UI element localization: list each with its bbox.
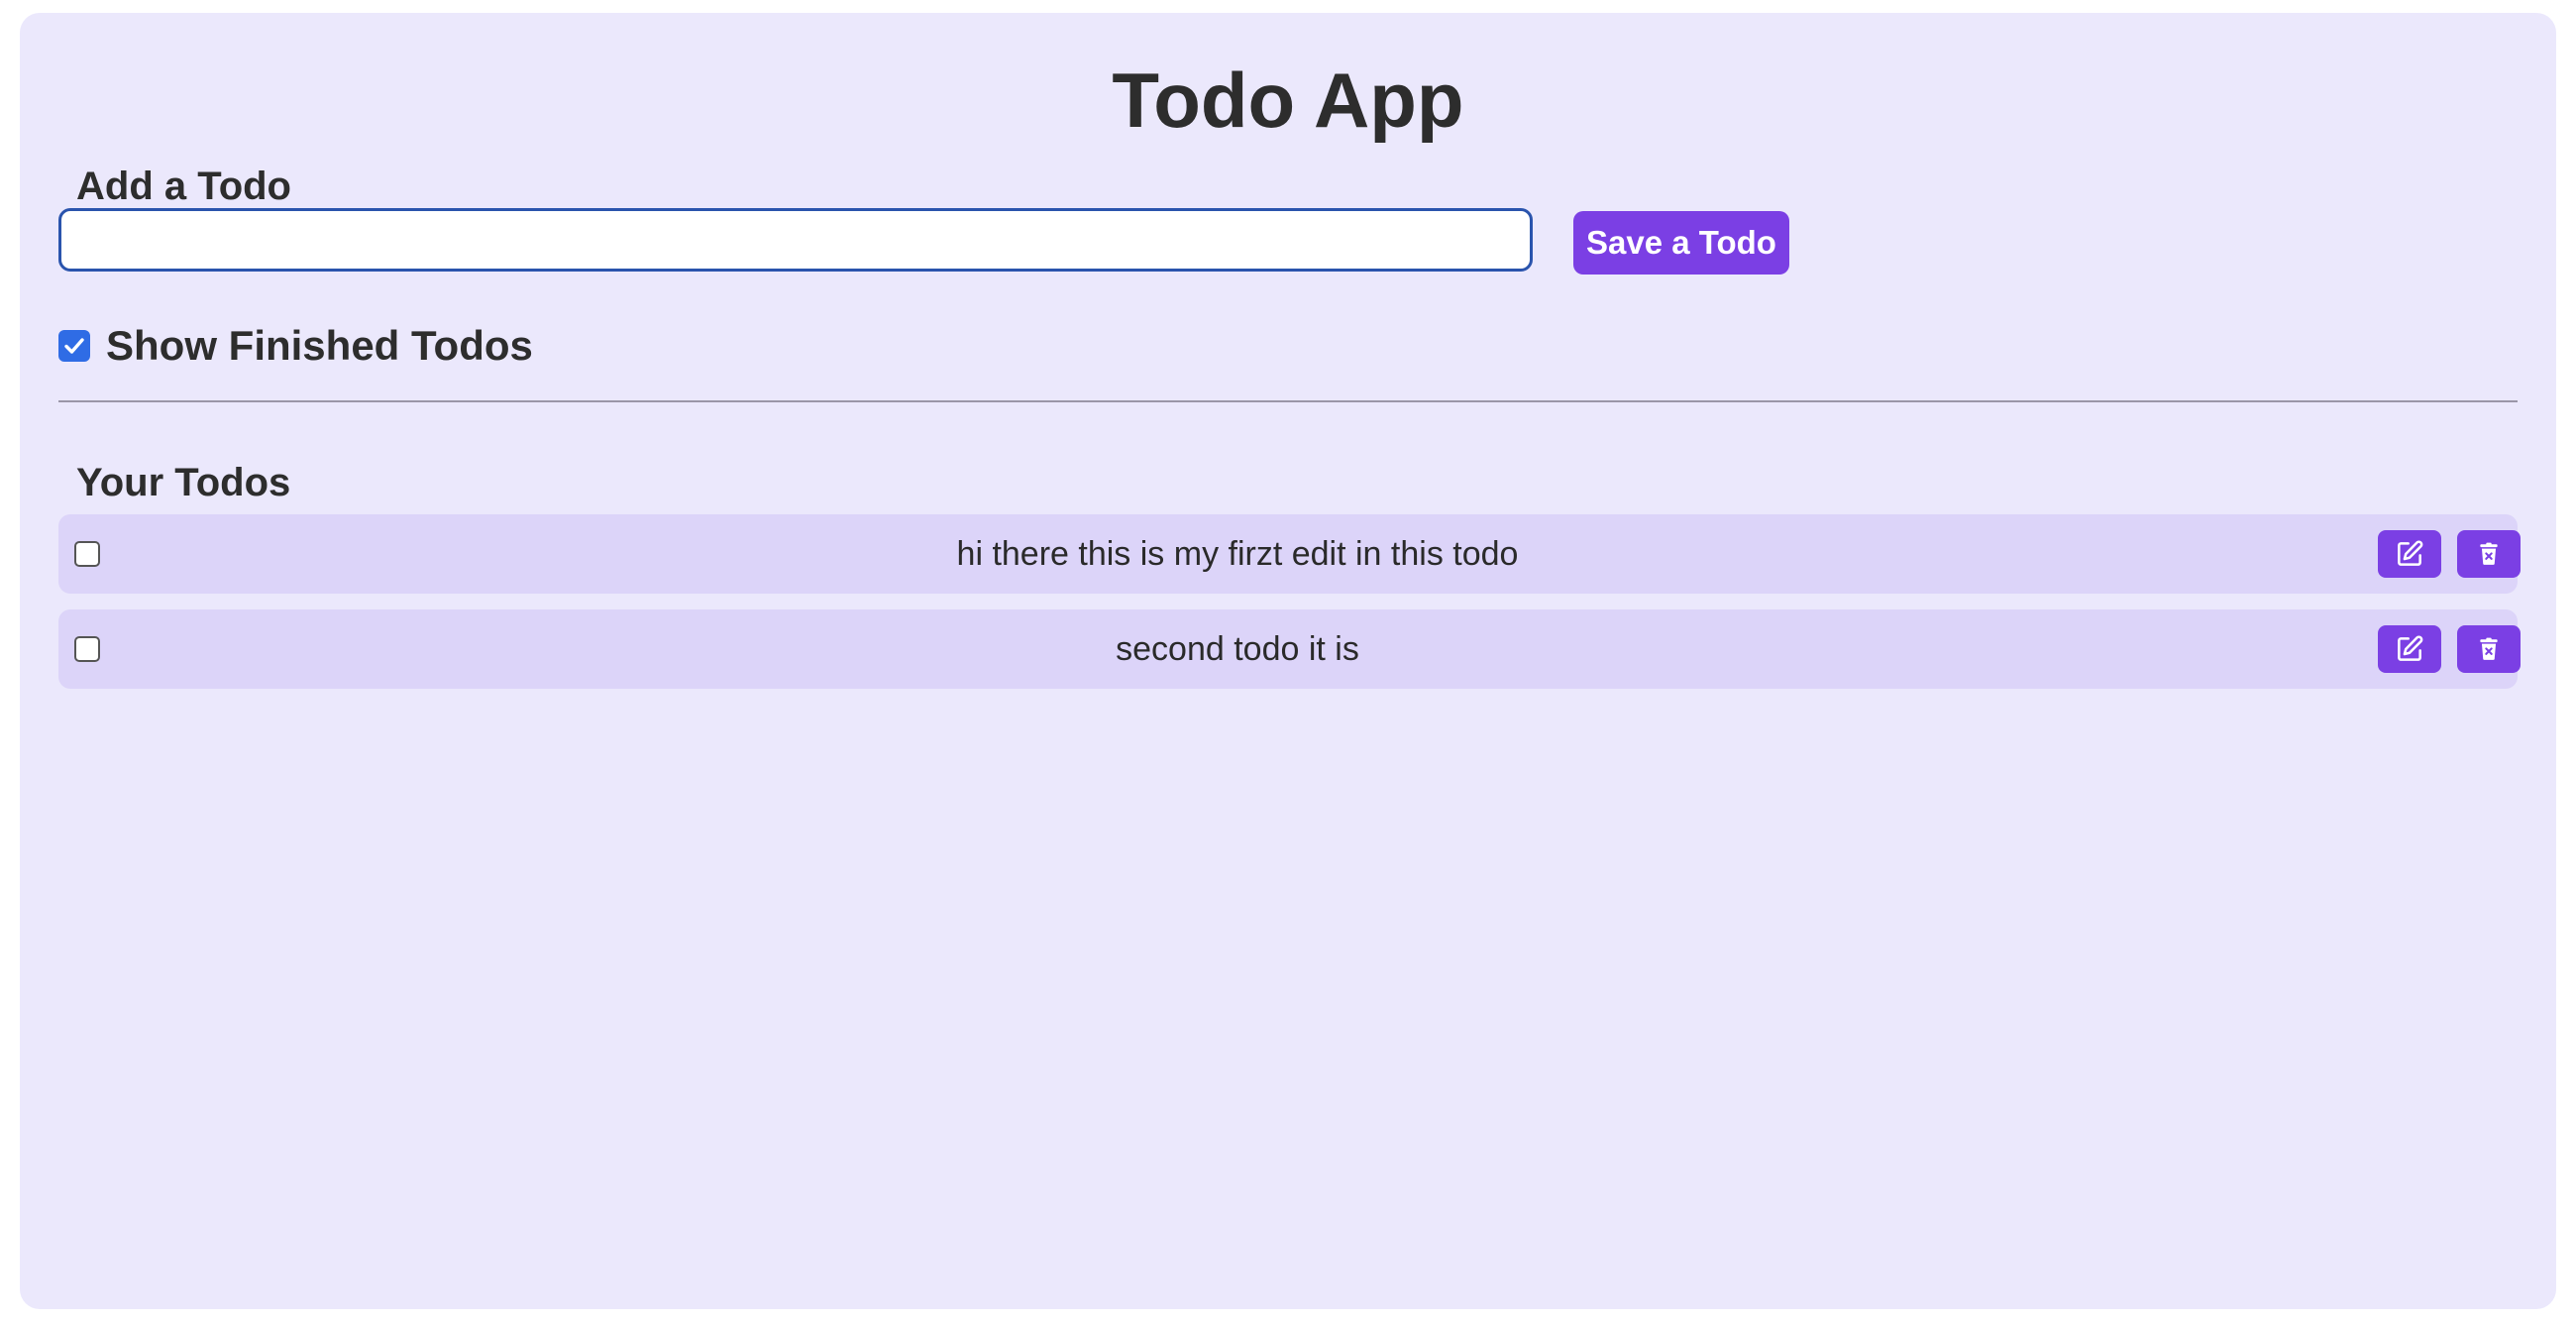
todo-item: hi there this is my firzt edit in this t… xyxy=(58,514,2521,594)
app-card: Todo App Add a Todo Save a Todo Show Fin… xyxy=(20,13,2556,1309)
delete-todo-button[interactable] xyxy=(2457,625,2521,673)
edit-icon xyxy=(2398,635,2423,661)
show-finished-toggle[interactable]: Show Finished Todos xyxy=(58,322,533,370)
checkmark-icon xyxy=(64,338,84,354)
save-todo-button[interactable]: Save a Todo xyxy=(1573,211,1789,275)
divider xyxy=(58,400,2518,402)
your-todos-heading: Your Todos xyxy=(76,461,291,504)
show-finished-checkbox[interactable] xyxy=(58,330,90,362)
trash-icon xyxy=(2480,637,2498,660)
add-todo-heading: Add a Todo xyxy=(76,165,291,208)
todo-complete-checkbox[interactable] xyxy=(74,541,100,567)
todo-text: second todo it is xyxy=(1116,630,1359,668)
app-title: Todo App xyxy=(1112,56,1464,144)
trash-icon xyxy=(2480,542,2498,565)
todo-list: hi there this is my firzt edit in this t… xyxy=(58,514,2521,705)
todo-item: second todo it is xyxy=(58,609,2521,689)
todo-text: hi there this is my firzt edit in this t… xyxy=(956,535,1519,573)
delete-todo-button[interactable] xyxy=(2457,530,2521,578)
edit-todo-button[interactable] xyxy=(2378,625,2441,673)
todo-input[interactable] xyxy=(58,208,1533,272)
show-finished-label: Show Finished Todos xyxy=(106,322,533,369)
edit-todo-button[interactable] xyxy=(2378,530,2441,578)
edit-icon xyxy=(2398,540,2423,566)
todo-complete-checkbox[interactable] xyxy=(74,636,100,662)
